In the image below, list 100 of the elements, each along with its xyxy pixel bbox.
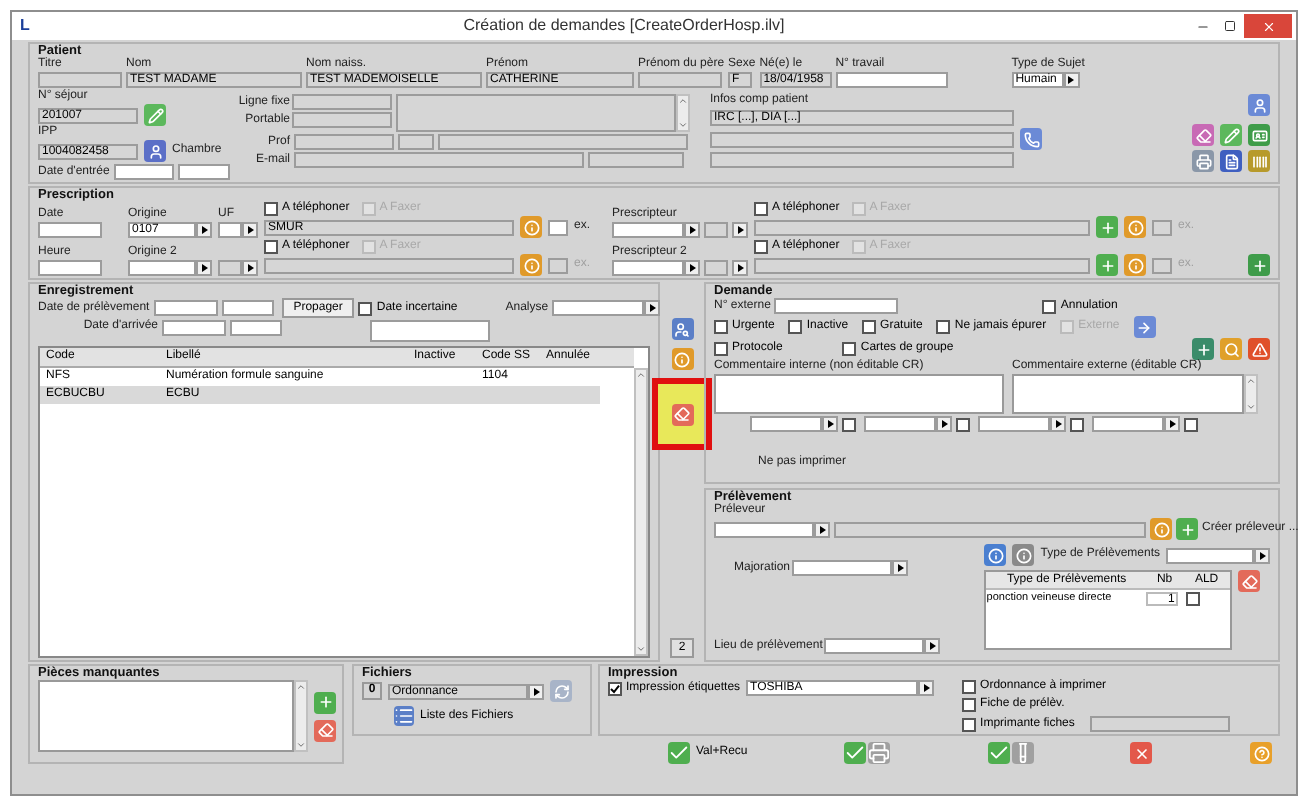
add-button[interactable]: [1248, 254, 1270, 276]
input-field[interactable]: [264, 257, 514, 273]
input-field[interactable]: [294, 152, 584, 168]
input-field[interactable]: [834, 521, 1146, 537]
edit-button[interactable]: [1220, 124, 1242, 146]
input-field[interactable]: [1166, 547, 1254, 563]
info-button[interactable]: [984, 544, 1007, 566]
input-field[interactable]: [292, 112, 392, 128]
alert-button[interactable]: [1248, 338, 1270, 360]
input-field[interactable]: [38, 72, 122, 88]
checkbox[interactable]: [1184, 417, 1198, 431]
info-button[interactable]: [1012, 544, 1035, 566]
add-button[interactable]: [1176, 518, 1198, 540]
input-field[interactable]: [754, 219, 1091, 235]
input-field[interactable]: [714, 521, 814, 537]
input-field[interactable]: [588, 152, 684, 168]
input-field[interactable]: [1152, 219, 1173, 235]
info-button[interactable]: [671, 348, 693, 370]
input-field[interactable]: [113, 164, 174, 180]
text-area[interactable]: [396, 94, 676, 132]
print-button[interactable]: [1192, 150, 1214, 172]
input-field[interactable]: [162, 320, 226, 336]
input-field[interactable]: [128, 260, 196, 276]
search-button[interactable]: [1220, 338, 1242, 360]
dropdown-button[interactable]: [918, 680, 935, 696]
input-field[interactable]: [750, 416, 822, 432]
input-field[interactable]: [612, 260, 685, 276]
input-field[interactable]: [38, 222, 102, 238]
input-field[interactable]: [864, 416, 936, 432]
scrollbar[interactable]: [676, 94, 690, 132]
dropdown-button[interactable]: [924, 638, 941, 654]
info-button[interactable]: [520, 254, 542, 276]
input-field[interactable]: [552, 300, 645, 316]
dropdown-button[interactable]: [936, 416, 952, 432]
input-field[interactable]: [978, 416, 1050, 432]
dropdown-button[interactable]: [814, 521, 830, 537]
input-field[interactable]: [370, 320, 490, 342]
validate-print-button[interactable]: [844, 742, 891, 764]
cancel-button[interactable]: [1130, 742, 1153, 764]
scrollbar[interactable]: [634, 368, 648, 656]
validate-sample-button[interactable]: [987, 742, 1034, 764]
input-field[interactable]: [218, 260, 242, 276]
dropdown-button[interactable]: [196, 260, 212, 276]
input-field[interactable]: [548, 219, 568, 235]
dropdown-button[interactable]: [528, 683, 544, 699]
dropdown-button[interactable]: [732, 260, 749, 276]
input-field[interactable]: [710, 131, 1014, 147]
dropdown-button[interactable]: [242, 260, 258, 276]
input-field[interactable]: [177, 164, 230, 180]
input-field[interactable]: [398, 134, 434, 150]
info-button[interactable]: [520, 216, 542, 238]
input-field[interactable]: [38, 260, 102, 276]
help-button[interactable]: [1250, 742, 1272, 764]
erase-button[interactable]: [1192, 124, 1214, 146]
dropdown-button[interactable]: [732, 222, 749, 238]
dropdown-button[interactable]: [684, 222, 701, 238]
text-area[interactable]: [38, 680, 294, 752]
input-field[interactable]: [230, 320, 282, 336]
erase-button[interactable]: [314, 719, 336, 741]
add-button[interactable]: [1096, 254, 1119, 276]
dropdown-button[interactable]: [1050, 416, 1066, 432]
edit-button[interactable]: [144, 104, 166, 126]
barcode-button[interactable]: [1248, 150, 1270, 172]
input-field[interactable]: [218, 222, 242, 238]
input-field[interactable]: [824, 638, 925, 654]
checkbox[interactable]: [1186, 591, 1201, 605]
scrollbar[interactable]: [294, 680, 308, 752]
input-field[interactable]: [548, 257, 568, 273]
input-field[interactable]: [438, 134, 688, 150]
scrollbar[interactable]: [1244, 374, 1258, 414]
input-field[interactable]: [704, 260, 729, 276]
info-button[interactable]: [1150, 518, 1172, 540]
info-button[interactable]: [1124, 216, 1147, 238]
input-field[interactable]: [1092, 416, 1164, 432]
input-field[interactable]: [612, 222, 685, 238]
document-button[interactable]: [1220, 150, 1242, 172]
input-field[interactable]: [294, 134, 394, 150]
card-button[interactable]: [1248, 124, 1270, 146]
input-field[interactable]: [792, 560, 893, 576]
input-field[interactable]: [221, 300, 274, 316]
checkbox[interactable]: [956, 417, 970, 431]
dropdown-button[interactable]: [196, 222, 212, 238]
add-button[interactable]: [1192, 338, 1214, 360]
input-field[interactable]: [710, 152, 1014, 168]
input-field[interactable]: [754, 257, 1091, 273]
info-button[interactable]: [1124, 254, 1147, 276]
input-field[interactable]: [704, 222, 729, 238]
dropdown-button[interactable]: [892, 560, 909, 576]
input-field[interactable]: [1152, 257, 1173, 273]
input-field[interactable]: [835, 72, 948, 88]
dropdown-button[interactable]: [822, 416, 838, 432]
dropdown-button[interactable]: [242, 222, 258, 238]
input-field[interactable]: [292, 94, 392, 110]
user-button[interactable]: [144, 140, 166, 162]
dropdown-button[interactable]: [684, 260, 701, 276]
add-button[interactable]: [314, 691, 336, 713]
input-field[interactable]: [153, 300, 218, 316]
user-search-button[interactable]: [671, 318, 693, 340]
checkbox[interactable]: [842, 417, 856, 431]
phone-button[interactable]: [1020, 128, 1042, 150]
